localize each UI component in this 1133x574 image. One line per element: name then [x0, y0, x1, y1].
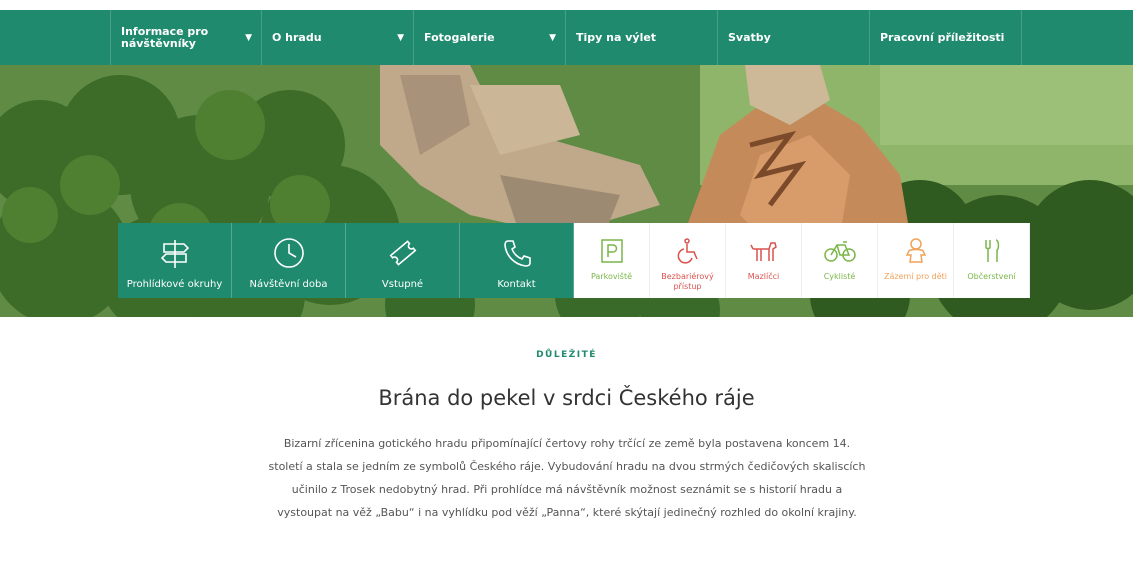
- amenity-zazemi-pro-deti[interactable]: Zázemí pro děti: [878, 223, 954, 298]
- nav-items: Informace pro návštěvníky ▼ O hradu ▼ Fo…: [110, 10, 1022, 65]
- nav-item-label: Svatby: [728, 30, 771, 44]
- nav-item-informace[interactable]: Informace pro návštěvníky ▼: [110, 10, 262, 65]
- amenity-label: Cyklisté: [823, 272, 856, 281]
- wheelchair-icon: [674, 231, 702, 271]
- amenity-label: Občerstvení: [967, 272, 1016, 281]
- signpost-icon: [158, 231, 192, 275]
- nav-item-label: Fotogalerie: [424, 30, 495, 44]
- quick-link-label: Kontakt: [497, 279, 536, 290]
- amenity-parkoviste[interactable]: Parkoviště: [574, 223, 650, 298]
- nav-item-label: O hradu: [272, 30, 322, 44]
- chevron-down-icon: ▼: [245, 32, 252, 43]
- amenity-obcerstveni[interactable]: Občerstvení: [954, 223, 1030, 298]
- nav-item-label: Informace pro návštěvníky: [121, 24, 209, 50]
- nav-item-tipy[interactable]: Tipy na výlet: [566, 10, 718, 65]
- page-title: Brána do pekel v srdci Českého ráje: [378, 386, 755, 410]
- clock-icon: [272, 231, 306, 275]
- nav-item-label: Tipy na výlet: [576, 30, 657, 44]
- nav-item-fotogalerie[interactable]: Fotogalerie ▼: [414, 10, 566, 65]
- amenity-mazlicci[interactable]: Mazlíčci: [726, 223, 802, 298]
- quick-link-label: Vstupné: [381, 279, 424, 290]
- intro-paragraph: Bizarní zřícenina gotického hradu připom…: [268, 437, 866, 519]
- quick-link-label: Prohlídkové okruhy: [126, 279, 223, 290]
- nav-item-svatby[interactable]: Svatby: [718, 10, 870, 65]
- bicycle-icon: [823, 231, 857, 271]
- amenity-label: Zázemí pro děti: [883, 272, 948, 281]
- chevron-down-icon: ▼: [549, 32, 556, 43]
- quick-link-vstupne[interactable]: Vstupné: [346, 223, 460, 298]
- nav-item-label: Pracovní příležitosti: [880, 30, 1005, 44]
- main-navigation: Informace pro návštěvníky ▼ O hradu ▼ Fo…: [0, 10, 1133, 65]
- quick-link-prohlidkove-okruhy[interactable]: Prohlídkové okruhy: [118, 223, 232, 298]
- quick-link-navstevni-doba[interactable]: Návštěvní doba: [232, 223, 346, 298]
- ticket-icon: [386, 231, 420, 275]
- phone-icon: [500, 231, 534, 275]
- quick-link-label: Návštěvní doba: [249, 279, 328, 290]
- dog-icon: [749, 231, 779, 271]
- nav-item-o-hradu[interactable]: O hradu ▼: [262, 10, 414, 65]
- section-eyebrow: DŮLEŽITÉ: [536, 350, 597, 360]
- amenity-label: Parkoviště: [590, 272, 633, 281]
- amenity-bezbarierovy[interactable]: Bezbariérový přístup: [650, 223, 726, 298]
- quick-link-kontakt[interactable]: Kontakt: [460, 223, 574, 298]
- chevron-down-icon: ▼: [397, 32, 404, 43]
- quick-links-bar: Prohlídkové okruhy Návštěvní doba Vstupn…: [118, 223, 1030, 298]
- cutlery-icon: [978, 231, 1006, 271]
- amenity-label: Mazlíčci: [747, 272, 780, 281]
- nav-item-prace[interactable]: Pracovní příležitosti: [870, 10, 1022, 65]
- amenity-cykliste[interactable]: Cyklisté: [802, 223, 878, 298]
- amenity-label: Bezbariérový přístup: [661, 272, 714, 291]
- parking-icon: [598, 231, 626, 271]
- baby-icon: [902, 231, 930, 271]
